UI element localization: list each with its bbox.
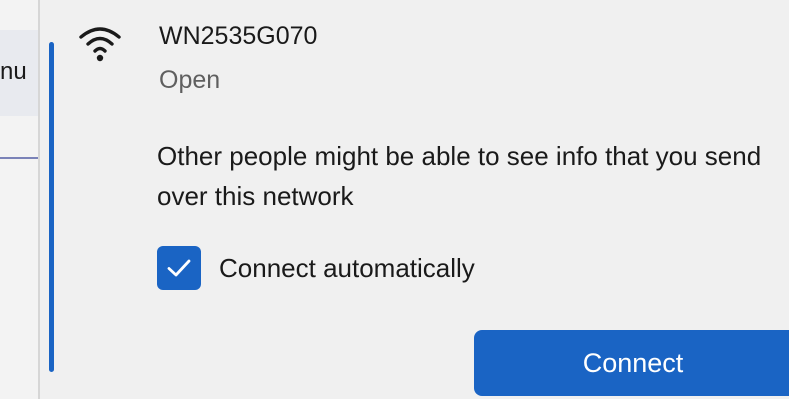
network-flyout: WN2535G070 Open Other people might be ab…	[38, 0, 789, 399]
network-name: WN2535G070	[159, 22, 318, 50]
background-menu-text: nu	[0, 58, 27, 85]
selected-indicator	[49, 42, 54, 372]
connect-automatically-label[interactable]: Connect automatically	[219, 253, 475, 284]
connect-automatically-option[interactable]: Connect automatically	[157, 246, 475, 290]
background-window: nu	[0, 0, 38, 399]
security-warning: Other people might be able to see info t…	[157, 141, 762, 211]
checkmark-icon	[167, 259, 191, 277]
background-divider	[0, 157, 38, 159]
network-status: Open	[159, 66, 221, 94]
connect-button[interactable]: Connect	[474, 330, 789, 396]
wifi-icon	[79, 27, 121, 62]
connect-automatically-checkbox[interactable]	[157, 246, 201, 290]
